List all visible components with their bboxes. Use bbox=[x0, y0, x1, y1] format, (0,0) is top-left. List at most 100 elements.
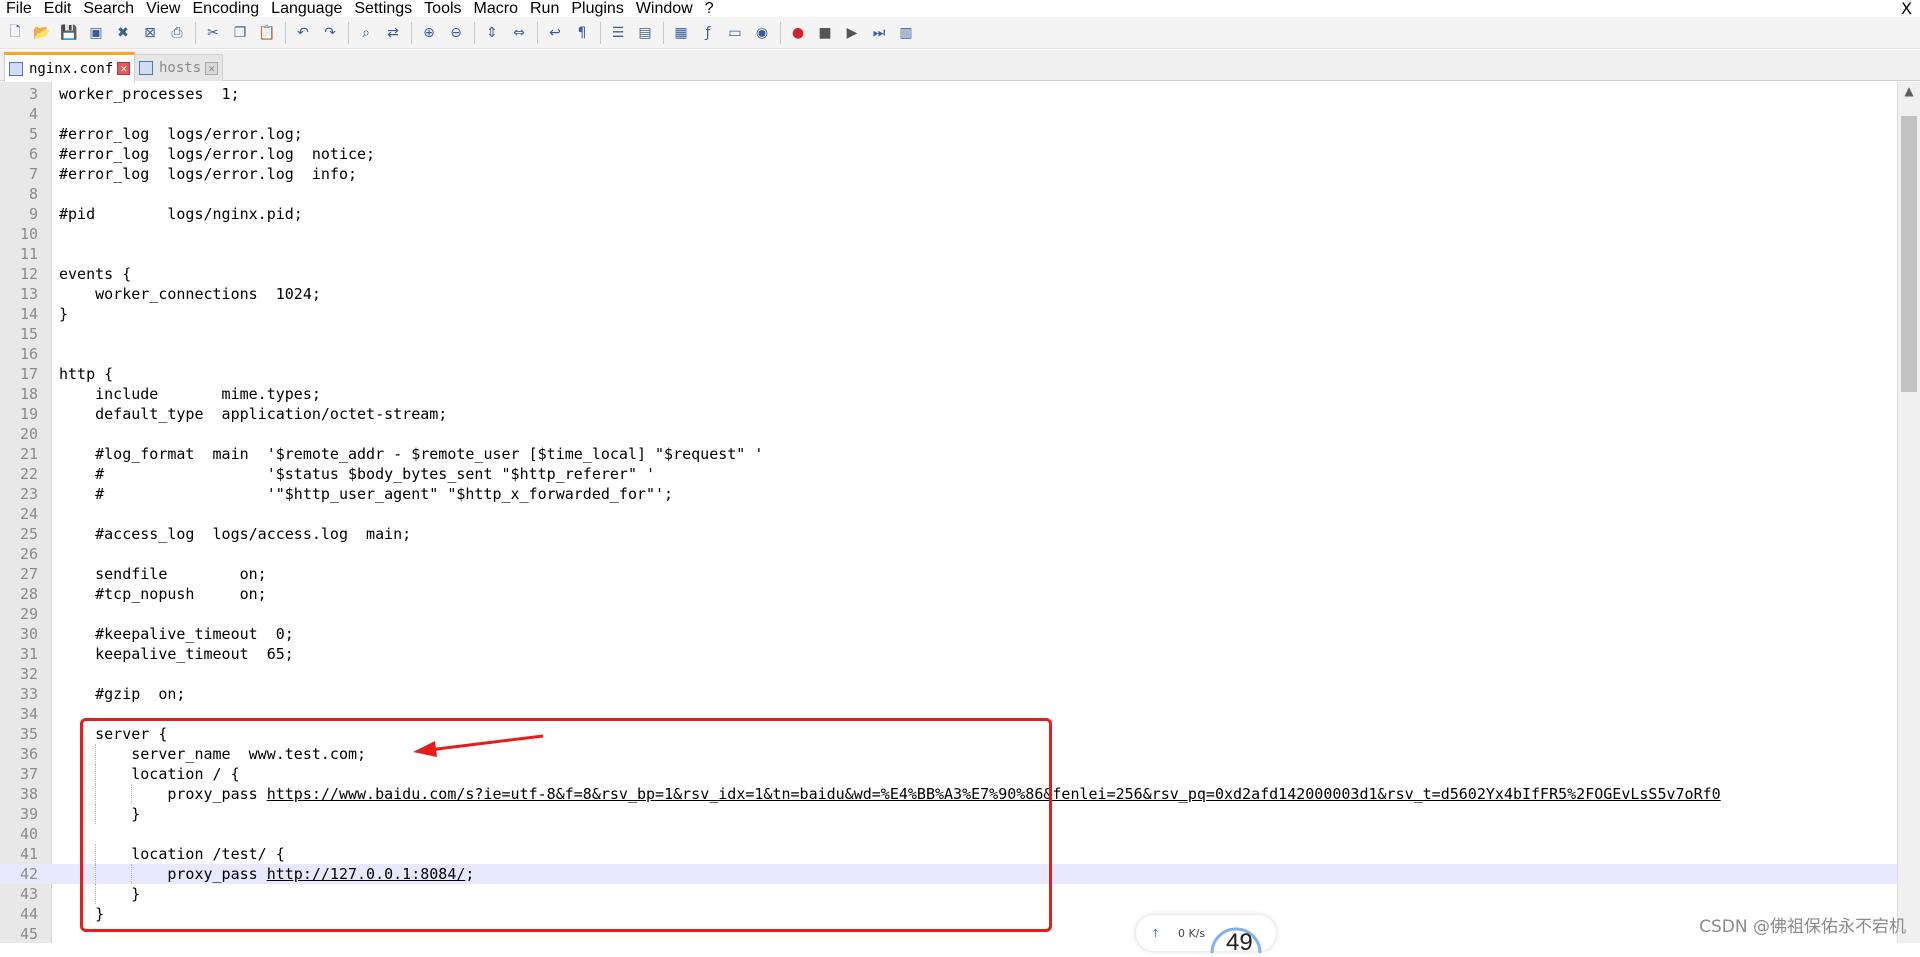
close-all-icon[interactable]: ⊠ bbox=[139, 22, 161, 44]
code-line[interactable]: 45 bbox=[0, 924, 1897, 943]
code-line[interactable]: 25 #access_log logs/access.log main; bbox=[0, 524, 1897, 544]
code-line[interactable]: 28 #tcp_nopush on; bbox=[0, 584, 1897, 604]
code-line[interactable]: 30 #keepalive_timeout 0; bbox=[0, 624, 1897, 644]
save-macro-icon[interactable]: ▥ bbox=[895, 22, 917, 44]
undo-icon[interactable]: ↶ bbox=[292, 22, 314, 44]
replace-icon[interactable]: ⇄ bbox=[382, 22, 404, 44]
code-line[interactable]: 41 location /test/ { bbox=[0, 844, 1897, 864]
code-line[interactable]: 34 bbox=[0, 704, 1897, 724]
code-line[interactable]: 10 bbox=[0, 224, 1897, 244]
code-line[interactable]: 38 proxy_pass https://www.baidu.com/s?ie… bbox=[0, 784, 1897, 804]
code-line[interactable]: 33 #gzip on; bbox=[0, 684, 1897, 704]
code-line[interactable]: 19 default_type application/octet-stream… bbox=[0, 404, 1897, 424]
word-wrap-icon[interactable]: ↩ bbox=[544, 22, 566, 44]
code-line[interactable]: 36 server_name www.test.com; bbox=[0, 744, 1897, 764]
code-editor[interactable]: 3 worker_processes 1; 4 5 #error_log logs/er… bbox=[0, 82, 1897, 943]
code-line[interactable]: 21 #log_format main '$remote_addr - $rem… bbox=[0, 444, 1897, 464]
menu-item-window[interactable]: Window bbox=[630, 0, 699, 17]
code-line[interactable]: 22 # '$status $body_bytes_sent "$http_re… bbox=[0, 464, 1897, 484]
menu-item-view[interactable]: View bbox=[140, 0, 186, 17]
save-all-icon[interactable]: ▣ bbox=[85, 22, 107, 44]
save-icon[interactable]: 💾 bbox=[58, 22, 80, 44]
code-line[interactable]: 20 bbox=[0, 424, 1897, 444]
sync-horizontal-icon[interactable]: ⇔ bbox=[508, 22, 530, 44]
cut-icon[interactable]: ✂ bbox=[202, 22, 224, 44]
zoom-in-icon[interactable]: ⊕ bbox=[418, 22, 440, 44]
menu-item-search[interactable]: Search bbox=[77, 0, 140, 17]
code-line[interactable]: 14} bbox=[0, 304, 1897, 324]
paste-icon[interactable]: 📋 bbox=[256, 22, 278, 44]
menu-item-tools[interactable]: Tools bbox=[418, 0, 467, 17]
code-line[interactable]: 9 #pid logs/nginx.pid; bbox=[0, 204, 1897, 224]
code-url-link[interactable]: https://www.baidu.com/s?ie=utf-8&f=8&rsv… bbox=[267, 785, 1721, 803]
code-line[interactable]: 16 bbox=[0, 344, 1897, 364]
code-line[interactable]: 26 bbox=[0, 544, 1897, 564]
function-list-icon[interactable]: ƒ bbox=[697, 22, 719, 44]
find-icon[interactable]: ⌕ bbox=[355, 22, 377, 44]
menu-item-language[interactable]: Language bbox=[265, 0, 348, 17]
menu-item-macro[interactable]: Macro bbox=[468, 0, 524, 17]
close-tab-icon[interactable]: ✕ bbox=[117, 62, 131, 75]
menu-item-plugins[interactable]: Plugins bbox=[565, 0, 629, 17]
scroll-up-icon[interactable]: ▲ bbox=[1898, 84, 1920, 98]
code-url-link[interactable]: http://127.0.0.1:8084/ bbox=[267, 865, 466, 883]
menu-item-settings[interactable]: Settings bbox=[348, 0, 418, 17]
record-macro-icon[interactable]: ● bbox=[787, 22, 809, 44]
code-line[interactable]: 29 bbox=[0, 604, 1897, 624]
code-line[interactable]: 18 include mime.types; bbox=[0, 384, 1897, 404]
code-line[interactable]: 4 bbox=[0, 104, 1897, 124]
code-line[interactable]: 12 events { bbox=[0, 264, 1897, 284]
code-line[interactable]: 13 worker_connections 1024; bbox=[0, 284, 1897, 304]
print-icon[interactable]: ⎙ bbox=[166, 22, 188, 44]
code-line[interactable]: 27 sendfile on; bbox=[0, 564, 1897, 584]
run-macro-multiple-icon[interactable]: ⏭ bbox=[868, 22, 890, 44]
redo-icon[interactable]: ↷ bbox=[319, 22, 341, 44]
code-line[interactable]: 6 #error_log logs/error.log notice; bbox=[0, 144, 1897, 164]
menu-item-help[interactable]: ? bbox=[699, 0, 720, 17]
code-line[interactable]: 5 #error_log logs/error.log; bbox=[0, 124, 1897, 144]
scrollbar-thumb[interactable] bbox=[1901, 116, 1917, 392]
stop-macro-icon[interactable]: ■ bbox=[814, 22, 836, 44]
open-file-icon[interactable]: 📂 bbox=[31, 22, 53, 44]
play-macro-icon[interactable]: ▶ bbox=[841, 22, 863, 44]
menu-item-file[interactable]: File bbox=[0, 0, 38, 17]
udl-icon[interactable]: ▤ bbox=[634, 22, 656, 44]
code-line[interactable]: 8 bbox=[0, 184, 1897, 204]
new-file-icon[interactable]: 🗋 bbox=[4, 22, 26, 44]
menu-item-encoding[interactable]: Encoding bbox=[186, 0, 265, 17]
zoom-out-icon[interactable]: ⊖ bbox=[445, 22, 467, 44]
close-tab-icon[interactable]: ✕ bbox=[205, 61, 219, 75]
line-number: 7 bbox=[28, 165, 38, 183]
code-line[interactable]: 40 bbox=[0, 824, 1897, 844]
close-window-button[interactable]: X bbox=[1901, 0, 1912, 17]
code-line[interactable]: 35 server { bbox=[0, 724, 1897, 744]
show-all-chars-icon[interactable]: ¶ bbox=[571, 22, 593, 44]
code-line[interactable]: 31 keepalive_timeout 65; bbox=[0, 644, 1897, 664]
tab-nginx-conf[interactable]: nginx.conf ✕ bbox=[4, 52, 136, 82]
code-line[interactable]: 44 } bbox=[0, 904, 1897, 924]
code-line[interactable]: 7 #error_log logs/error.log info; bbox=[0, 164, 1897, 184]
monitoring-icon[interactable]: ◉ bbox=[751, 22, 773, 44]
indent-guide-icon[interactable]: ☰ bbox=[607, 22, 629, 44]
code-line[interactable]: 15 bbox=[0, 324, 1897, 344]
code-line[interactable]: 11 bbox=[0, 244, 1897, 264]
code-line[interactable]: 37 location / { bbox=[0, 764, 1897, 784]
menu-item-run[interactable]: Run bbox=[524, 0, 565, 17]
code-line[interactable]: 24 bbox=[0, 504, 1897, 524]
doc-map-icon[interactable]: ▦ bbox=[670, 22, 692, 44]
code-line[interactable]: 43 } bbox=[0, 884, 1897, 904]
code-line[interactable]: 39 } bbox=[0, 804, 1897, 824]
sync-vertical-icon[interactable]: ⇕ bbox=[481, 22, 503, 44]
tab-hosts[interactable]: hosts ✕ bbox=[134, 54, 224, 81]
code-line[interactable]: 32 bbox=[0, 664, 1897, 684]
code-line[interactable]: 3 worker_processes 1; bbox=[0, 84, 1897, 104]
code-text: #access_log logs/access.log main; bbox=[59, 525, 412, 543]
close-icon[interactable]: ✖ bbox=[112, 22, 134, 44]
code-line[interactable]: 23 # '"$http_user_agent" "$http_x_forwar… bbox=[0, 484, 1897, 504]
folder-workspace-icon[interactable]: ▭ bbox=[724, 22, 746, 44]
code-line[interactable]: 42 proxy_pass http://127.0.0.1:8084/; bbox=[0, 864, 1897, 884]
code-line[interactable]: 17 http { bbox=[0, 364, 1897, 384]
copy-icon[interactable]: ❐ bbox=[229, 22, 251, 44]
vertical-scrollbar[interactable]: ▲ bbox=[1897, 82, 1920, 943]
menu-item-edit[interactable]: Edit bbox=[38, 0, 78, 17]
